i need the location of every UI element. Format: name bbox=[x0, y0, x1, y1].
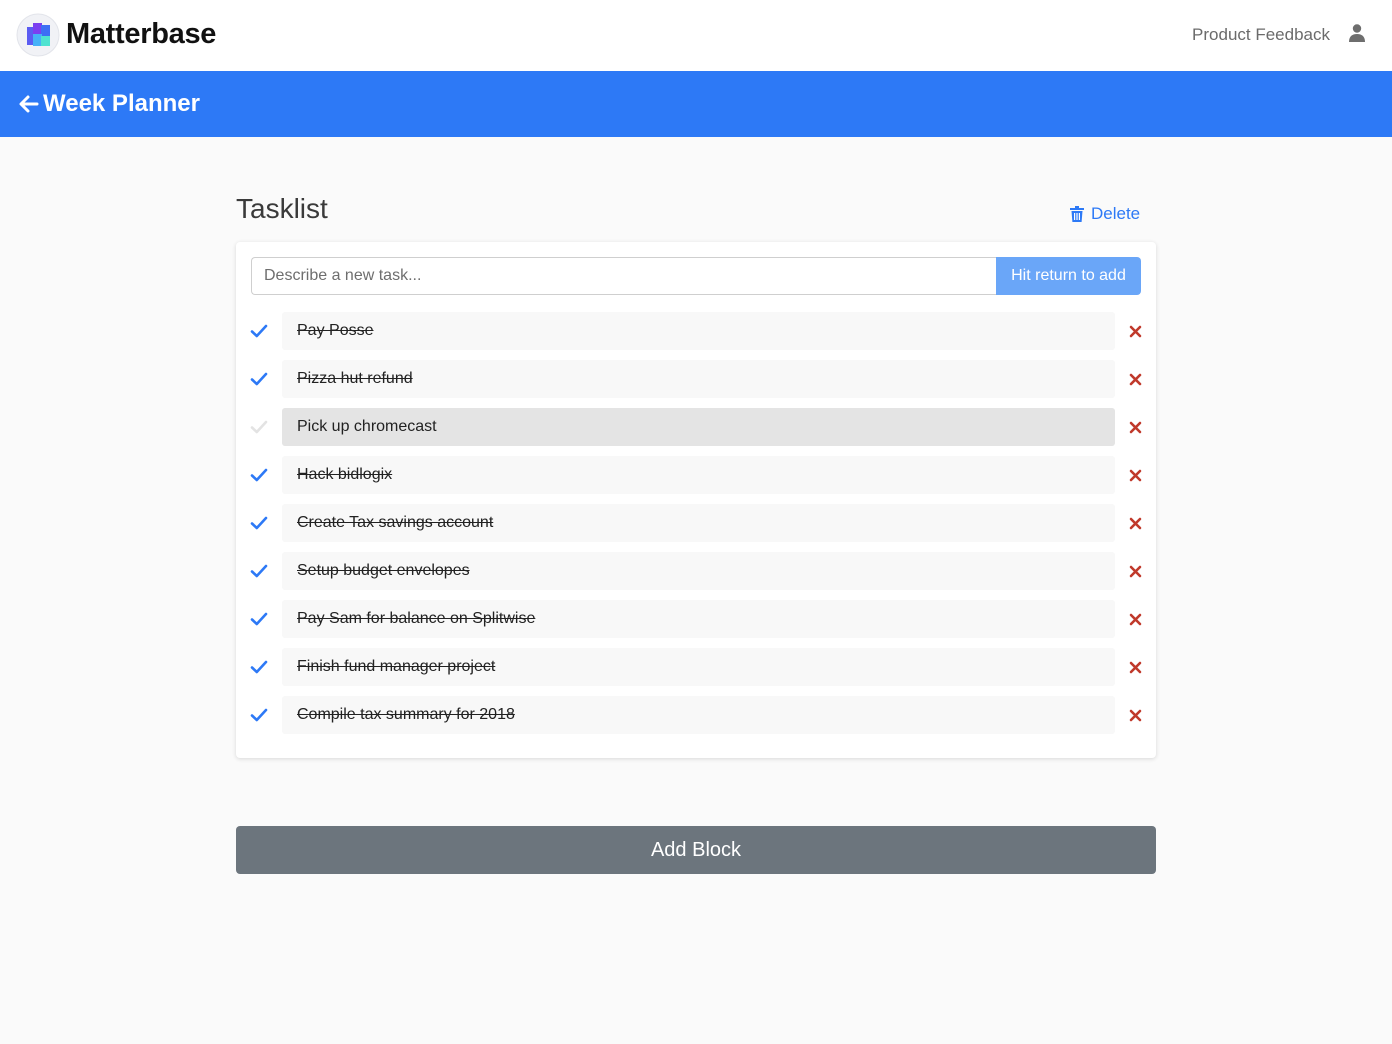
back-button[interactable]: Week Planner bbox=[18, 89, 200, 119]
checkmark-icon[interactable] bbox=[250, 371, 268, 387]
remove-task-icon[interactable] bbox=[1129, 613, 1142, 626]
brand-name[interactable]: Matterbase bbox=[66, 18, 216, 51]
top-navbar: Matterbase Product Feedback bbox=[0, 0, 1392, 72]
checkmark-icon[interactable] bbox=[250, 707, 268, 723]
remove-task-icon[interactable] bbox=[1129, 421, 1142, 434]
product-feedback-link[interactable]: Product Feedback bbox=[1192, 25, 1330, 45]
page-title: Week Planner bbox=[43, 90, 200, 117]
checkmark-icon[interactable] bbox=[250, 515, 268, 531]
matterbase-logo-icon[interactable] bbox=[16, 13, 60, 57]
task-item: Hack bidlogix bbox=[236, 456, 1156, 494]
task-item: Pay Posse bbox=[236, 312, 1156, 350]
checkmark-icon[interactable] bbox=[250, 659, 268, 675]
checkmark-icon[interactable] bbox=[250, 467, 268, 483]
task-text[interactable]: Finish fund manager project bbox=[282, 648, 1115, 686]
remove-task-icon[interactable] bbox=[1129, 373, 1142, 386]
task-item: Pay Sam for balance on Splitwise bbox=[236, 600, 1156, 638]
task-item: Compile tax summary for 2018 bbox=[236, 696, 1156, 734]
user-icon[interactable] bbox=[1349, 24, 1365, 42]
block-title: Tasklist bbox=[236, 193, 328, 224]
task-item: Create Tax savings account bbox=[236, 504, 1156, 542]
checkmark-icon[interactable] bbox=[250, 419, 268, 435]
tasklist-card: Hit return to add Pay Posse Pizza hut ref… bbox=[236, 242, 1156, 758]
page-header-bar: Week Planner bbox=[0, 71, 1392, 137]
task-text[interactable]: Hack bidlogix bbox=[282, 456, 1115, 494]
remove-task-icon[interactable] bbox=[1129, 709, 1142, 722]
delete-block-button[interactable]: Delete bbox=[1070, 203, 1140, 225]
task-text[interactable]: Pick up chromecast bbox=[282, 408, 1115, 446]
remove-task-icon[interactable] bbox=[1129, 325, 1142, 338]
checkmark-icon[interactable] bbox=[250, 611, 268, 627]
remove-task-icon[interactable] bbox=[1129, 469, 1142, 482]
task-text[interactable]: Compile tax summary for 2018 bbox=[282, 696, 1115, 734]
task-item: Finish fund manager project bbox=[236, 648, 1156, 686]
checkmark-icon[interactable] bbox=[250, 563, 268, 579]
add-block-button[interactable]: Add Block bbox=[236, 826, 1156, 874]
task-text[interactable]: Pizza hut refund bbox=[282, 360, 1115, 398]
task-text[interactable]: Pay Posse bbox=[282, 312, 1115, 350]
task-text[interactable]: Pay Sam for balance on Splitwise bbox=[282, 600, 1115, 638]
checkmark-icon[interactable] bbox=[250, 323, 268, 339]
task-item: Setup budget envelopes bbox=[236, 552, 1156, 590]
delete-label: Delete bbox=[1091, 204, 1141, 223]
remove-task-icon[interactable] bbox=[1129, 661, 1142, 674]
arrow-left-icon bbox=[19, 95, 39, 113]
new-task-input[interactable] bbox=[251, 257, 996, 295]
task-text[interactable]: Setup budget envelopes bbox=[282, 552, 1115, 590]
task-item: Pizza hut refund bbox=[236, 360, 1156, 398]
remove-task-icon[interactable] bbox=[1129, 565, 1142, 578]
trash-icon bbox=[1070, 206, 1084, 222]
task-text[interactable]: Create Tax savings account bbox=[282, 504, 1115, 542]
task-item: Pick up chromecast bbox=[236, 408, 1156, 446]
add-task-button[interactable]: Hit return to add bbox=[996, 257, 1141, 295]
remove-task-icon[interactable] bbox=[1129, 517, 1142, 530]
